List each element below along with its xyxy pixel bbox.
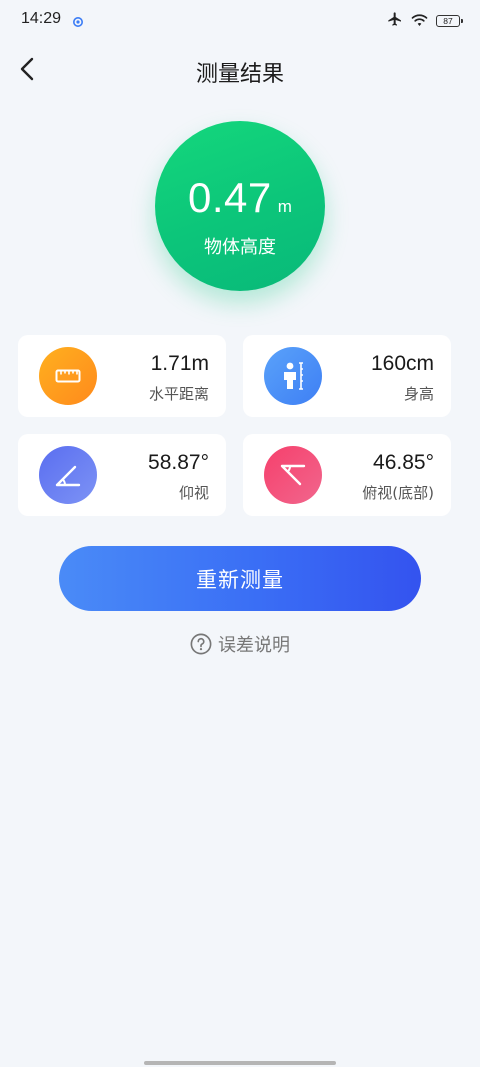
nav-bar: 测量结果 xyxy=(0,46,480,92)
horizontal-distance-label: 水平距离 xyxy=(148,385,209,403)
elevation-angle-icon xyxy=(39,446,97,504)
status-bar: 14:29 87 xyxy=(0,0,480,40)
error-info-label: 误差说明 xyxy=(218,635,290,656)
horizontal-distance-card: 1.71m 水平距离 xyxy=(18,335,226,417)
body-height-value: 160cm xyxy=(370,352,434,375)
help-icon xyxy=(190,633,212,655)
status-time: 14:29 xyxy=(21,10,62,27)
horizontal-distance-value: 1.71m xyxy=(150,352,209,375)
depression-angle-value: 46.85° xyxy=(373,451,434,474)
airplane-mode-icon xyxy=(387,11,403,31)
depression-angle-icon xyxy=(264,446,322,504)
depression-angle-card: 46.85° 俯视(底部) xyxy=(243,434,451,516)
remeasure-button[interactable]: 重新测量 xyxy=(59,546,421,611)
battery-icon: 87 xyxy=(436,15,463,27)
result-value: 0.47 xyxy=(188,174,272,221)
person-height-icon xyxy=(264,347,322,405)
app-notification-icon xyxy=(72,13,84,27)
elevation-angle-card: 58.87° 仰视 xyxy=(18,434,226,516)
wifi-icon xyxy=(411,12,428,31)
elevation-angle-label: 仰视 xyxy=(178,484,209,502)
page-title: 测量结果 xyxy=(195,62,284,87)
body-height-card: 160cm 身高 xyxy=(243,335,451,417)
elevation-angle-value: 58.87° xyxy=(148,451,209,474)
body-height-label: 身高 xyxy=(403,385,434,403)
ruler-icon xyxy=(39,347,97,405)
error-info-link[interactable]: 误差说明 xyxy=(0,631,480,657)
home-indicator[interactable] xyxy=(144,1061,336,1065)
result-label: 物体高度 xyxy=(204,237,276,258)
result-unit: m xyxy=(277,197,292,216)
result-circle: 0.47 m 物体高度 xyxy=(155,121,325,291)
depression-angle-label: 俯视(底部) xyxy=(362,484,434,502)
